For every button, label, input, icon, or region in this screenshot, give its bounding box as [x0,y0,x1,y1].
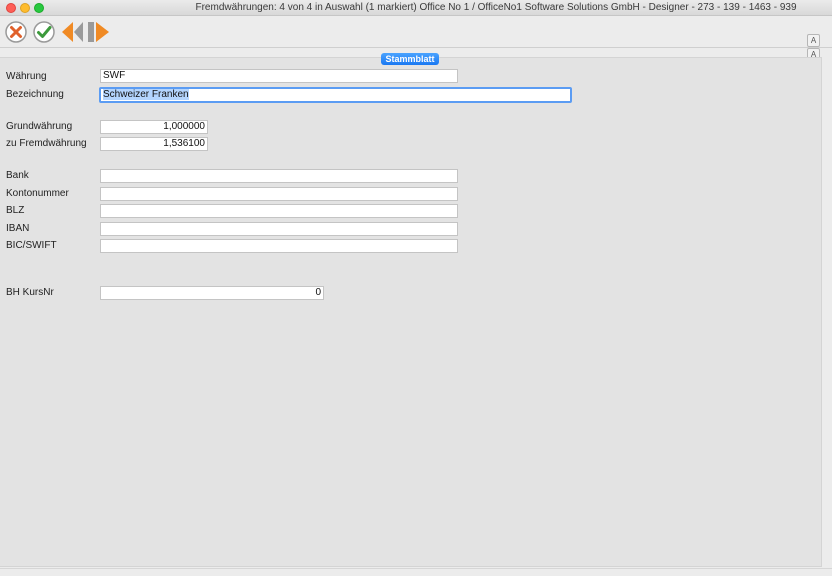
kontonummer-label: Kontonummer [6,188,69,199]
grundwaehrung-label: Grundwährung [6,121,73,132]
previous-record-button[interactable] [61,20,85,44]
waehrung-field[interactable]: SWF [100,69,458,83]
window-zoom-button[interactable] [34,3,44,13]
confirm-button[interactable] [32,20,56,44]
bh-kursnr-field[interactable]: 0 [100,286,324,300]
window-minimize-button[interactable] [20,3,30,13]
bezeichnung-selected-text: Schweizer Franken [103,89,189,100]
cancel-circle-icon [5,21,27,43]
window-close-button[interactable] [6,3,16,13]
tab-stammblatt[interactable]: Stammblatt [381,53,439,65]
bank-label: Bank [6,170,29,181]
bezeichnung-field[interactable]: Schweizer Franken [99,87,572,103]
bh-kursnr-label: BH KursNr [6,287,54,298]
bezeichnung-label: Bezeichnung [6,89,64,100]
window-title: Fremdwährungen: 4 von 4 in Auswahl (1 ma… [195,2,797,13]
waehrung-label: Währung [6,71,47,82]
bic-label: BIC/SWIFT [6,240,57,251]
bic-field[interactable] [100,239,458,253]
checkmark-circle-icon [33,21,55,43]
grundwaehrung-field[interactable]: 1,000000 [100,120,208,134]
next-record-button[interactable] [87,20,111,44]
blz-label: BLZ [6,205,25,216]
title-bar: Fremdwährungen: 4 von 4 in Auswahl (1 ma… [0,0,832,16]
bank-field[interactable] [100,169,458,183]
fremdwaehrung-field[interactable]: 1,536100 [100,137,208,151]
double-arrow-left-icon [62,22,83,42]
font-size-increase-icon[interactable]: A [807,34,820,47]
status-bar [0,568,832,576]
blz-field[interactable] [100,204,458,218]
kontonummer-field[interactable] [100,187,458,201]
iban-field[interactable] [100,222,458,236]
cancel-button[interactable] [4,20,28,44]
arrow-right-icon [88,22,109,42]
toolbar: A A [0,16,832,61]
iban-label: IBAN [6,223,30,234]
fremdwaehrung-label: zu Fremdwährung [6,138,87,149]
